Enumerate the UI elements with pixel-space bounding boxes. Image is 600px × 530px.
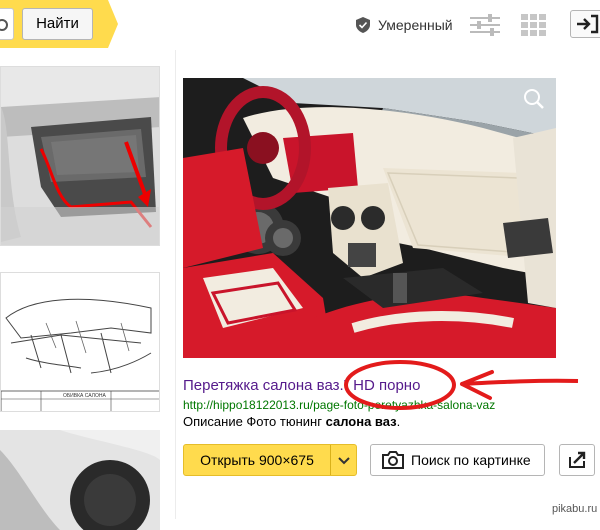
chevron-down-icon	[338, 457, 350, 465]
sliders-icon[interactable]	[470, 14, 500, 36]
pikabu-watermark: pikabu.ru	[552, 503, 598, 515]
gray-panel-image	[0, 430, 160, 530]
annotation-arrow-shaft	[461, 378, 579, 386]
top-bar: Найти Умеренный	[0, 0, 600, 50]
camera-icon	[382, 451, 404, 469]
description-suffix: .	[396, 414, 401, 429]
safe-search-label: Умеренный	[378, 17, 453, 33]
result-url[interactable]: http://hippo18122013.ru/page-foto-perety…	[183, 398, 495, 412]
exit-button[interactable]	[570, 10, 600, 38]
camera-search-button[interactable]	[0, 8, 14, 40]
shield-icon	[356, 17, 370, 33]
column-divider	[175, 50, 176, 519]
result-title-link[interactable]: Перетяжка салона ваз." HD порно	[183, 377, 420, 394]
thumbnail-gray-panel[interactable]	[0, 430, 160, 530]
find-button[interactable]: Найти	[22, 8, 93, 40]
thumbnail-column: ОБИВКА САЛОНА	[0, 50, 175, 530]
search-by-image-button[interactable]: Поиск по картинке	[370, 444, 545, 476]
search-by-image-label: Поиск по картинке	[411, 452, 531, 468]
door-panel-image	[1, 67, 159, 245]
thumbnail-drawing[interactable]: ОБИВКА САЛОНА	[0, 272, 160, 412]
camera-icon	[0, 19, 8, 31]
thumbnail-door-panel[interactable]	[0, 66, 160, 246]
main-preview-image[interactable]	[183, 78, 556, 358]
share-button[interactable]	[559, 444, 595, 476]
safe-search-toggle[interactable]: Умеренный	[356, 15, 453, 35]
drawing-caption: ОБИВКА САЛОНА	[63, 393, 106, 399]
share-icon	[569, 451, 586, 468]
annotation-arrow-head	[460, 370, 494, 400]
description-prefix: Описание Фото тюнинг	[183, 414, 326, 429]
grid-icon[interactable]	[521, 14, 547, 36]
result-description: Описание Фото тюнинг салона ваз.	[183, 414, 400, 429]
car-interior-image	[183, 78, 556, 358]
drawing-image: ОБИВКА САЛОНА	[1, 273, 159, 411]
description-bold: салона ваз	[325, 414, 397, 429]
size-dropdown-button[interactable]	[331, 445, 357, 475]
open-image-label: Открыть 900×675	[200, 452, 314, 468]
open-image-button[interactable]: Открыть 900×675	[183, 444, 357, 476]
exit-icon	[577, 14, 599, 34]
